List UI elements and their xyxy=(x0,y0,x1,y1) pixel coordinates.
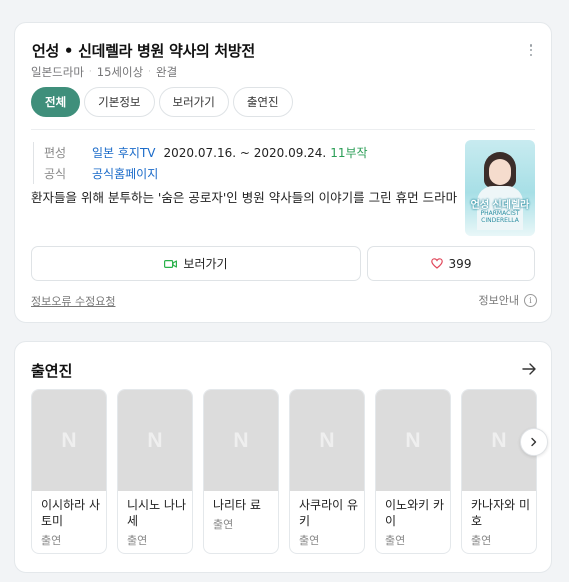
video-camera-icon xyxy=(164,259,178,268)
cast-name: 사쿠라이 유키 xyxy=(299,498,359,528)
cast-name: 나리타 료 xyxy=(213,498,261,512)
cast-role: 출연 xyxy=(299,534,320,547)
cast-list: N 이시하라 사토미 출연 N 니시노 나나세 출연 N 나리타 료 출연 N … xyxy=(31,389,547,554)
meta-separator: · xyxy=(88,67,92,77)
cast-role: 출연 xyxy=(127,534,148,547)
cast-role: 출연 xyxy=(471,534,492,547)
episode-count: 11부작 xyxy=(330,146,368,160)
cast-role: 출연 xyxy=(213,518,234,531)
official-label: 공식 xyxy=(44,167,67,181)
divider xyxy=(31,129,535,130)
homepage-link[interactable]: 공식홈페이지 xyxy=(92,165,158,182)
channel-link[interactable]: 일본 후지TV xyxy=(92,144,156,161)
poster-title: 언성 신데렐라 xyxy=(470,200,530,211)
cast-item[interactable]: N 사쿠라이 유키 출연 xyxy=(289,389,365,554)
broadcast-period: 2020.07.16. ~ 2020.09.24. xyxy=(163,145,327,160)
meta-rating: 15세이상 xyxy=(96,65,144,79)
cast-next-button[interactable] xyxy=(520,428,548,456)
cast-photo-placeholder: N xyxy=(118,390,192,491)
drama-description: 환자들을 위해 분투하는 '숨은 공로자'인 병원 약사들의 이야기를 그린 휴… xyxy=(31,190,458,205)
like-count: 399 xyxy=(448,256,472,271)
official-row: 공식 공식홈페이지 xyxy=(44,163,368,184)
drama-info-card: 언성 • 신데렐라 병원 약사의 처방전 일본드라마 · 15세이상 · 완결 … xyxy=(14,22,552,323)
like-button[interactable]: 399 xyxy=(367,246,535,281)
arrow-right-icon[interactable] xyxy=(521,361,537,377)
heart-icon xyxy=(430,258,443,269)
cast-item[interactable]: N 이노와키 카이 출연 xyxy=(375,389,451,554)
tab-cast[interactable]: 출연진 xyxy=(232,87,293,117)
poster-face xyxy=(489,159,511,185)
tab-basic-info[interactable]: 기본정보 xyxy=(84,87,155,117)
broadcast-label: 편성 xyxy=(44,146,67,160)
cast-photo-placeholder: N xyxy=(290,390,364,491)
meta-genre: 일본드라마 xyxy=(31,65,84,79)
cast-item[interactable]: N 이시하라 사토미 출연 xyxy=(31,389,107,554)
cast-role: 출연 xyxy=(41,534,62,547)
broadcast-row: 편성 일본 후지TV 2020.07.16. ~ 2020.09.24. 11부… xyxy=(44,142,368,163)
cast-photo-placeholder: N xyxy=(204,390,278,491)
info-guide-link[interactable]: 정보안내 i xyxy=(479,292,537,308)
cast-name: 이노와키 카이 xyxy=(385,498,445,528)
info-guide-label: 정보안내 xyxy=(478,294,519,307)
cast-photo-placeholder: N xyxy=(376,390,450,491)
cast-item[interactable]: N 카나자와 미호 출연 xyxy=(461,389,537,554)
cast-section-title: 출연진 xyxy=(31,362,73,380)
poster-subtitle: PHARMACIST CINDERELLA xyxy=(480,210,520,224)
cast-item[interactable]: N 니시노 나나세 출연 xyxy=(117,389,193,554)
cast-card: 출연진 N 이시하라 사토미 출연 N 니시노 나나세 출연 N 나리타 료 출… xyxy=(14,341,552,573)
info-icon: i xyxy=(524,293,537,307)
tab-all[interactable]: 전체 xyxy=(31,87,81,117)
meta-status: 완결 xyxy=(156,65,178,79)
drama-meta: 일본드라마 · 15세이상 · 완결 xyxy=(31,64,177,80)
watch-label: 보러가기 xyxy=(183,257,228,271)
cast-item[interactable]: N 나리타 료 출연 xyxy=(203,389,279,554)
chevron-right-icon xyxy=(531,437,537,447)
meta-separator: · xyxy=(148,67,152,77)
drama-title: 언성 • 신데렐라 병원 약사의 처방전 xyxy=(32,42,255,60)
info-rows: 편성 일본 후지TV 2020.07.16. ~ 2020.09.24. 11부… xyxy=(33,142,368,184)
cast-name: 니시노 나나세 xyxy=(127,498,187,528)
tab-bar: 전체 기본정보 보러가기 출연진 xyxy=(31,87,297,117)
watch-button[interactable]: 보러가기 xyxy=(31,246,361,281)
cast-role: 출연 xyxy=(385,534,406,547)
cast-name: 카나자와 미호 xyxy=(471,498,531,528)
cast-name: 이시하라 사토미 xyxy=(41,498,101,528)
more-options-icon[interactable] xyxy=(525,42,537,58)
cast-photo-placeholder: N xyxy=(32,390,106,491)
tab-watch[interactable]: 보러가기 xyxy=(158,87,229,117)
drama-poster[interactable]: 언성 신데렐라 PHARMACIST CINDERELLA xyxy=(465,140,535,236)
report-error-link[interactable]: 정보오류 수정요청 xyxy=(31,293,115,309)
